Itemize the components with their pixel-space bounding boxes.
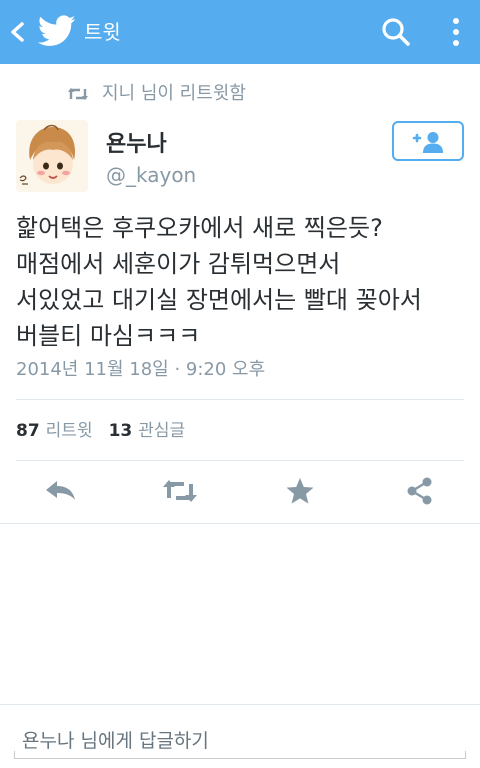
share-icon [407, 477, 432, 505]
author-handle[interactable]: @_kayon [106, 162, 196, 188]
star-icon [286, 478, 314, 504]
retweets-stat[interactable]: 87 리트윗 [16, 421, 93, 441]
share-button[interactable] [402, 476, 442, 508]
avatar[interactable] [16, 120, 88, 192]
retweets-label: 리트윗 [45, 421, 93, 441]
tweet-text: 핥어택은 후쿠오카에서 새로 찍은듯? 매점에서 세훈이가 감튀먹으면서 서있었… [16, 210, 472, 354]
retweet-icon [68, 88, 88, 100]
reply-icon [46, 481, 75, 500]
divider [16, 399, 464, 400]
search-button[interactable] [378, 14, 414, 50]
retweet-button[interactable] [160, 476, 200, 508]
divider [16, 460, 464, 461]
chevron-left-icon [11, 22, 24, 42]
tweet-text-line: 버블티 마심ㅋㅋㅋ [16, 322, 201, 350]
favorites-label: 관심글 [138, 421, 186, 441]
favorites-count: 13 [108, 421, 133, 441]
reply-bar [0, 704, 480, 768]
search-icon [382, 18, 410, 46]
retweet-context-text[interactable]: 지니 님이 리트윗함 [102, 82, 246, 106]
tweet-text-line: 서있었고 대기실 장면에서는 빨대 꽂아서 [16, 286, 422, 314]
tweet-actions [0, 462, 480, 522]
more-vertical-icon [453, 18, 459, 46]
add-user-icon [412, 132, 443, 153]
tweet-text-line: 매점에서 세훈이가 감튀먹으면서 [16, 250, 341, 278]
more-options-button[interactable] [442, 14, 470, 50]
favorites-stat[interactable]: 13 관심글 [109, 421, 186, 441]
favorite-button[interactable] [282, 476, 322, 508]
tweet-stats: 87 리트윗 13 관심글 [16, 418, 185, 444]
input-underline [14, 751, 466, 759]
follow-button[interactable] [392, 121, 464, 161]
reply-button[interactable] [42, 476, 82, 508]
empty-area [0, 524, 480, 704]
page-title: 트윗 [84, 20, 121, 44]
author-name[interactable]: 욘누나 [106, 130, 167, 160]
retweets-count: 87 [16, 421, 40, 441]
twitter-bird-icon [37, 14, 76, 48]
app-bar: 트윗 [0, 0, 480, 64]
back-button[interactable] [4, 14, 32, 50]
retweet-icon [163, 480, 197, 502]
tweet-text-line: 핥어택은 후쿠오카에서 새로 찍은듯? [16, 214, 383, 242]
tweet-timestamp: 2014년 11월 18일 · 9:20 오후 [16, 359, 266, 380]
